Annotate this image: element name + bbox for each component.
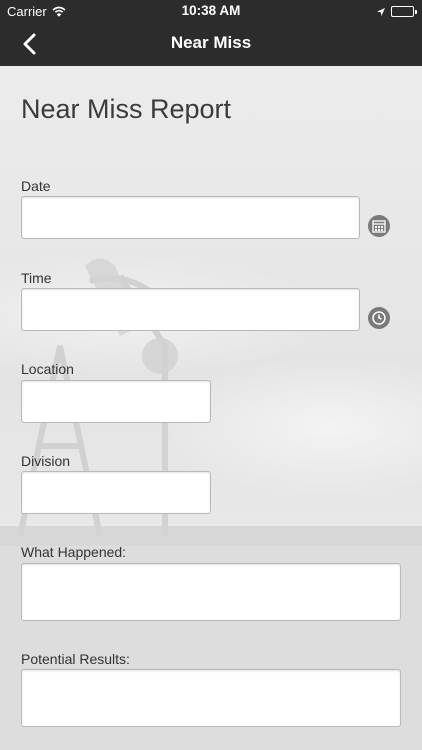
time-field[interactable] bbox=[21, 288, 360, 331]
location-label: Location bbox=[21, 361, 74, 377]
form-content: Near Miss Report Date Time Location Divi… bbox=[0, 66, 422, 750]
time-label: Time bbox=[21, 270, 52, 286]
division-field[interactable] bbox=[21, 471, 211, 514]
date-field[interactable] bbox=[21, 196, 360, 239]
nav-title: Near Miss bbox=[170, 33, 252, 52]
battery-icon bbox=[391, 6, 417, 17]
location-field[interactable] bbox=[21, 380, 211, 423]
what-happened-label: What Happened: bbox=[21, 544, 127, 560]
status-bar: Carrier 10:38 AM bbox=[0, 0, 422, 22]
potential-results-label: Potential Results: bbox=[21, 651, 130, 667]
calendar-icon[interactable] bbox=[368, 215, 390, 237]
status-time: 10:38 AM bbox=[181, 3, 241, 18]
page-title: Near Miss Report bbox=[21, 94, 232, 124]
date-label: Date bbox=[21, 178, 51, 194]
what-happened-field[interactable] bbox=[21, 563, 401, 621]
clock-icon[interactable] bbox=[368, 307, 390, 329]
potential-results-field[interactable] bbox=[21, 669, 401, 727]
location-arrow-icon bbox=[376, 5, 386, 20]
division-label: Division bbox=[21, 453, 71, 469]
navigation-bar: Carrier 10:38 AM Near Miss bbox=[0, 0, 422, 66]
